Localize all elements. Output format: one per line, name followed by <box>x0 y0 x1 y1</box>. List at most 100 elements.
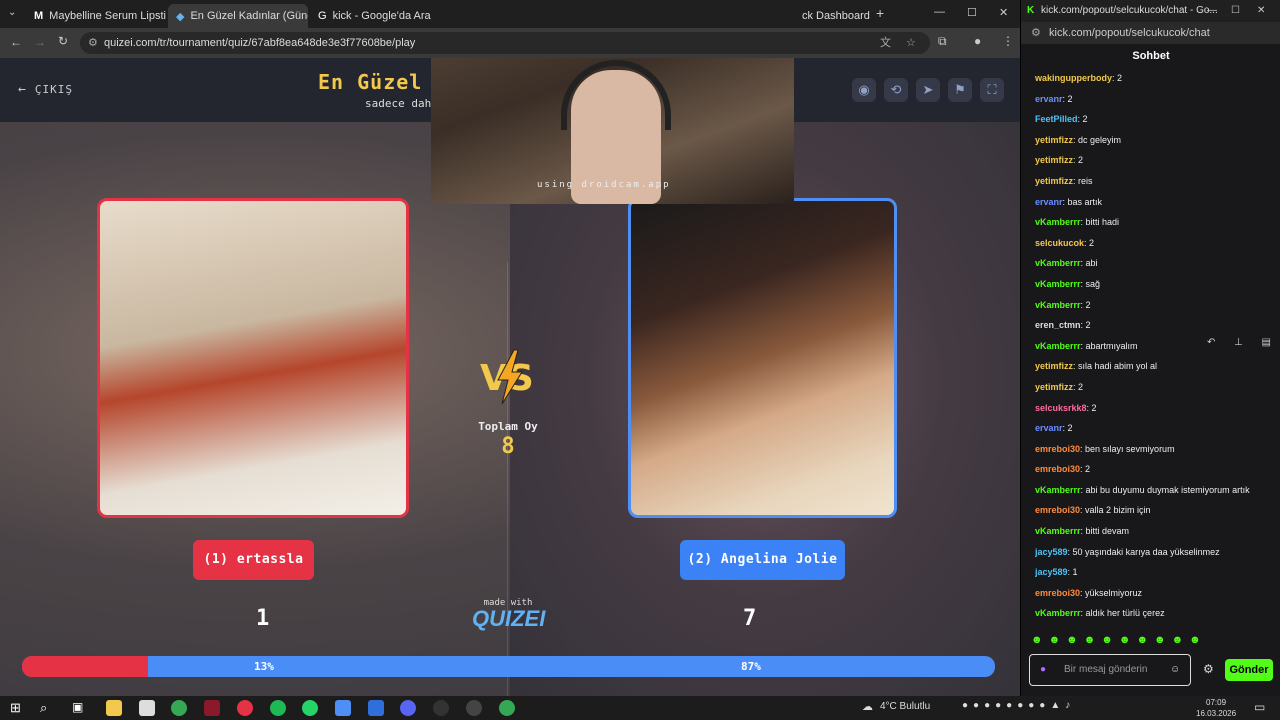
tab-google[interactable]: G kick - Google'da Ara <box>310 4 432 28</box>
chat-username[interactable]: wakingupperbody <box>1035 73 1112 83</box>
clock[interactable]: 07:09 16.03.2026 <box>1196 697 1236 719</box>
fullscreen-icon[interactable]: ⛶ <box>980 78 1004 102</box>
chat-username[interactable]: vKamberrr <box>1035 279 1081 289</box>
chat-username[interactable]: yetimfizz <box>1035 155 1073 165</box>
reload-icon[interactable]: ↻ <box>58 34 68 48</box>
close-window-icon[interactable]: ✕ <box>999 6 1008 19</box>
app-icon-red[interactable] <box>204 700 220 716</box>
chat-username[interactable]: jacy589 <box>1035 547 1068 557</box>
quizei-logo[interactable]: QUIZEI <box>472 606 545 632</box>
chat-url-bar[interactable]: ⚙ kick.com/popout/selcukucok/chat <box>1021 22 1280 44</box>
chat-message[interactable]: vKamberrr: bitti hadi <box>1035 214 1275 235</box>
chat-message[interactable]: eren_ctmn: 2 <box>1035 317 1275 338</box>
chrome-icon[interactable] <box>171 700 187 716</box>
chat-message[interactable]: jacy589: 50 yaşındaki karıya daa yükseli… <box>1035 544 1275 565</box>
microphone-icon[interactable]: ● <box>1040 655 1046 685</box>
chat-message[interactable]: wakingupperbody: 2 <box>1035 70 1275 91</box>
chat-username[interactable]: selcukucok <box>1035 238 1084 248</box>
chat-username[interactable]: vKamberrr <box>1035 217 1081 227</box>
app-icon-red-circle[interactable] <box>237 700 253 716</box>
pin-icon[interactable]: ⊥ <box>1234 337 1243 353</box>
minimize-icon[interactable]: — <box>1207 0 1217 22</box>
windows-start-icon[interactable]: ⊞ <box>10 700 21 716</box>
chat-username[interactable]: yetimfizz <box>1035 382 1073 392</box>
chat-message[interactable]: ervanr: 2 <box>1035 91 1275 112</box>
chat-username[interactable]: yetimfizz <box>1035 176 1073 186</box>
chat-username[interactable]: vKamberrr <box>1035 341 1081 351</box>
chat-message[interactable]: yetimfizz: reis <box>1035 173 1275 194</box>
back-icon[interactable]: ← <box>10 35 22 49</box>
chat-message[interactable]: emreboi30: ben sılayı sevmiyorum <box>1035 441 1275 462</box>
chat-username[interactable]: selcuksrkk8 <box>1035 403 1087 413</box>
chat-message-input[interactable]: ● Bir mesaj gönderin ☺ <box>1029 654 1191 686</box>
store-icon[interactable] <box>139 700 155 716</box>
contestant-b-button[interactable]: (2) Angelina Jolie <box>680 540 845 580</box>
chat-username[interactable]: vKamberrr <box>1035 300 1081 310</box>
contestant-a-image[interactable] <box>97 198 409 518</box>
chat-username[interactable]: emreboi30 <box>1035 588 1080 598</box>
send-icon[interactable]: ➤ <box>916 78 940 102</box>
notepad-icon[interactable] <box>335 700 351 716</box>
chat-message[interactable]: emreboi30: valla 2 bizim için <box>1035 502 1275 523</box>
chat-message[interactable]: selcuksrkk8: 2 <box>1035 400 1275 421</box>
chat-message[interactable]: ervanr: 2 <box>1035 420 1275 441</box>
chat-username[interactable]: emreboi30 <box>1035 444 1080 454</box>
send-button[interactable]: Gönder <box>1225 659 1273 681</box>
share-icon[interactable]: ⟲ <box>884 78 908 102</box>
chat-message[interactable]: vKamberrr: 2 <box>1035 297 1275 318</box>
weather-text[interactable]: 4°C Bulutlu <box>880 701 930 712</box>
more-menu-icon[interactable]: ⋮ <box>1002 34 1014 48</box>
chat-message[interactable]: selcukucok: 2 <box>1035 235 1275 256</box>
chat-username[interactable]: vKamberrr <box>1035 608 1081 618</box>
chat-username[interactable]: ervanr <box>1035 423 1063 433</box>
chat-message[interactable]: jacy589: 1 <box>1035 564 1275 585</box>
search-icon[interactable]: ⌕ <box>40 700 47 716</box>
extensions-icon[interactable]: ⧉ <box>938 34 947 49</box>
chat-username[interactable]: emreboi30 <box>1035 464 1080 474</box>
new-tab-icon[interactable]: + <box>876 5 884 21</box>
chat-message[interactable]: yetimfizz: dc geleyim <box>1035 132 1275 153</box>
forward-icon[interactable]: → <box>34 35 46 49</box>
chat-username[interactable]: vKamberrr <box>1035 485 1081 495</box>
whatsapp-icon[interactable] <box>302 700 318 716</box>
task-view-icon[interactable]: ▣ <box>72 700 83 714</box>
contestant-a-button[interactable]: (1) ertassla <box>193 540 314 580</box>
minimize-icon[interactable]: — <box>934 6 945 18</box>
chat-message[interactable]: FeetPilled: 2 <box>1035 111 1275 132</box>
discord-icon[interactable] <box>400 700 416 716</box>
chat-username[interactable]: emreboi30 <box>1035 505 1080 515</box>
tab-maybelline[interactable]: M Maybelline Serum Lipstick ✕ <box>26 4 166 28</box>
chat-message[interactable]: vKamberrr: sağ <box>1035 276 1275 297</box>
chat-message[interactable]: ervanr: bas artık <box>1035 194 1275 215</box>
chat-message[interactable]: yetimfizz: sıla hadi abim yol al <box>1035 358 1275 379</box>
chat-username[interactable]: yetimfizz <box>1035 135 1073 145</box>
tab-menu-icon[interactable]: ⌄ <box>8 7 16 18</box>
tray-icons[interactable]: ●●●●●●●●▲♪ <box>962 700 1075 711</box>
chat-username[interactable]: ervanr <box>1035 94 1063 104</box>
app-icon-dark[interactable] <box>466 700 482 716</box>
site-info-icon[interactable]: ⚙ <box>1031 22 1041 44</box>
chat-username[interactable]: ervanr <box>1035 197 1063 207</box>
chat-message[interactable]: vKamberrr: aldık her türlü çerez <box>1035 605 1275 626</box>
chat-message[interactable]: emreboi30: yükselmiyoruz <box>1035 585 1275 606</box>
notifications-icon[interactable]: ▭ <box>1254 700 1265 714</box>
file-explorer-icon[interactable] <box>106 700 122 716</box>
chat-username[interactable]: eren_ctmn <box>1035 320 1081 330</box>
settings-gear-icon[interactable]: ⚙ <box>1203 662 1214 676</box>
eye-icon[interactable]: ◉ <box>852 78 876 102</box>
profile-icon[interactable]: ● <box>974 34 981 48</box>
chat-username[interactable]: FeetPilled <box>1035 114 1078 124</box>
chat-message[interactable]: vKamberrr: bitti devam <box>1035 523 1275 544</box>
reply-icon[interactable]: ↶ <box>1207 337 1215 353</box>
maximize-icon[interactable]: ☐ <box>967 6 977 19</box>
app-icon-blue[interactable] <box>368 700 384 716</box>
site-info-icon[interactable]: ⚙ <box>88 32 98 54</box>
chat-username[interactable]: vKamberrr <box>1035 526 1081 536</box>
chat-username[interactable]: jacy589 <box>1035 567 1068 577</box>
close-window-icon[interactable]: ✕ <box>1257 0 1265 22</box>
maximize-icon[interactable]: ☐ <box>1231 0 1240 22</box>
chat-username[interactable]: vKamberrr <box>1035 258 1081 268</box>
chat-username[interactable]: yetimfizz <box>1035 361 1073 371</box>
bookmark-star-icon[interactable]: ☆ <box>906 32 916 54</box>
chat-message[interactable]: vKamberrr: abi <box>1035 255 1275 276</box>
